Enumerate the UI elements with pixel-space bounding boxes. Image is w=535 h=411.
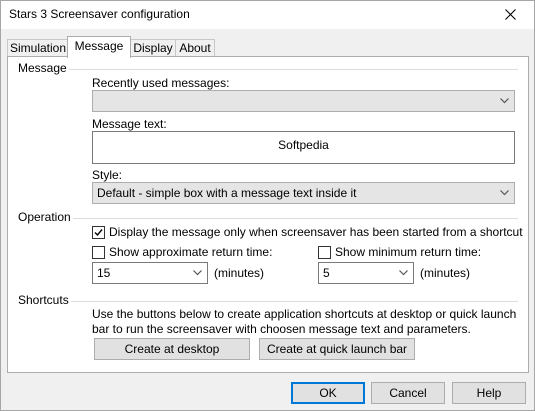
ok-button[interactable]: OK — [291, 382, 365, 404]
approx-return-combo[interactable]: 15 — [92, 262, 208, 284]
help-button[interactable]: Help — [452, 382, 526, 404]
min-return-checkbox[interactable]: Show minimum return time: — [318, 245, 518, 261]
close-button[interactable] — [488, 1, 534, 29]
only-shortcut-checkbox[interactable]: Display the message only when screensave… — [92, 225, 523, 241]
approx-return-value: 15 — [97, 266, 111, 280]
checkbox-box — [92, 246, 105, 259]
approx-return-label: Show approximate return time: — [109, 245, 273, 259]
approx-return-checkbox[interactable]: Show approximate return time: — [92, 245, 292, 261]
min-return-value: 5 — [323, 266, 330, 280]
title-bar[interactable]: Stars 3 Screensaver configuration — [1, 1, 534, 29]
checkbox-box — [92, 226, 105, 239]
dialog-window: Stars 3 Screensaver configuration Simula… — [0, 0, 535, 411]
min-return-label: Show minimum return time: — [335, 245, 482, 259]
style-combo[interactable]: Default - simple box with a message text… — [92, 182, 515, 204]
chevron-down-icon — [500, 190, 509, 196]
cancel-button[interactable]: Cancel — [371, 382, 445, 404]
approx-return-unit: (minutes) — [214, 266, 265, 280]
create-at-desktop-button[interactable]: Create at desktop — [94, 338, 250, 360]
message-text-area[interactable]: Softpedia — [92, 131, 515, 164]
checkbox-box — [318, 246, 331, 259]
recent-messages-label: Recently used messages: — [92, 76, 230, 90]
message-group-divider — [16, 69, 518, 70]
tab-simulation[interactable]: Simulation — [7, 39, 69, 57]
tab-message[interactable]: Message — [67, 36, 131, 58]
recent-messages-combo[interactable] — [92, 90, 515, 112]
only-shortcut-label: Display the message only when screensave… — [109, 225, 523, 239]
chevron-down-icon — [399, 270, 408, 276]
style-value: Default - simple box with a message text… — [97, 186, 357, 200]
min-return-unit: (minutes) — [420, 266, 471, 280]
chevron-down-icon — [193, 270, 202, 276]
min-return-combo[interactable]: 5 — [318, 262, 414, 284]
tab-display[interactable]: Display — [129, 39, 177, 57]
shortcuts-description: Use the buttons below to create applicat… — [92, 307, 517, 336]
checkmark-icon — [94, 229, 103, 237]
message-tab-panel: Message Recently used messages: Message … — [7, 56, 529, 373]
operation-group-label: Operation — [16, 210, 73, 224]
create-at-quick-launch-button[interactable]: Create at quick launch bar — [259, 338, 415, 360]
shortcuts-group-divider — [16, 301, 518, 302]
style-label: Style: — [92, 168, 123, 182]
message-group-label: Message — [16, 61, 69, 75]
chevron-down-icon — [500, 98, 509, 104]
close-icon — [505, 9, 516, 20]
message-text-label: Message text: — [92, 117, 167, 131]
operation-group-divider — [16, 218, 518, 219]
shortcuts-group-label: Shortcuts — [16, 293, 71, 307]
window-title: Stars 3 Screensaver configuration — [9, 7, 190, 21]
tab-about[interactable]: About — [175, 39, 215, 57]
